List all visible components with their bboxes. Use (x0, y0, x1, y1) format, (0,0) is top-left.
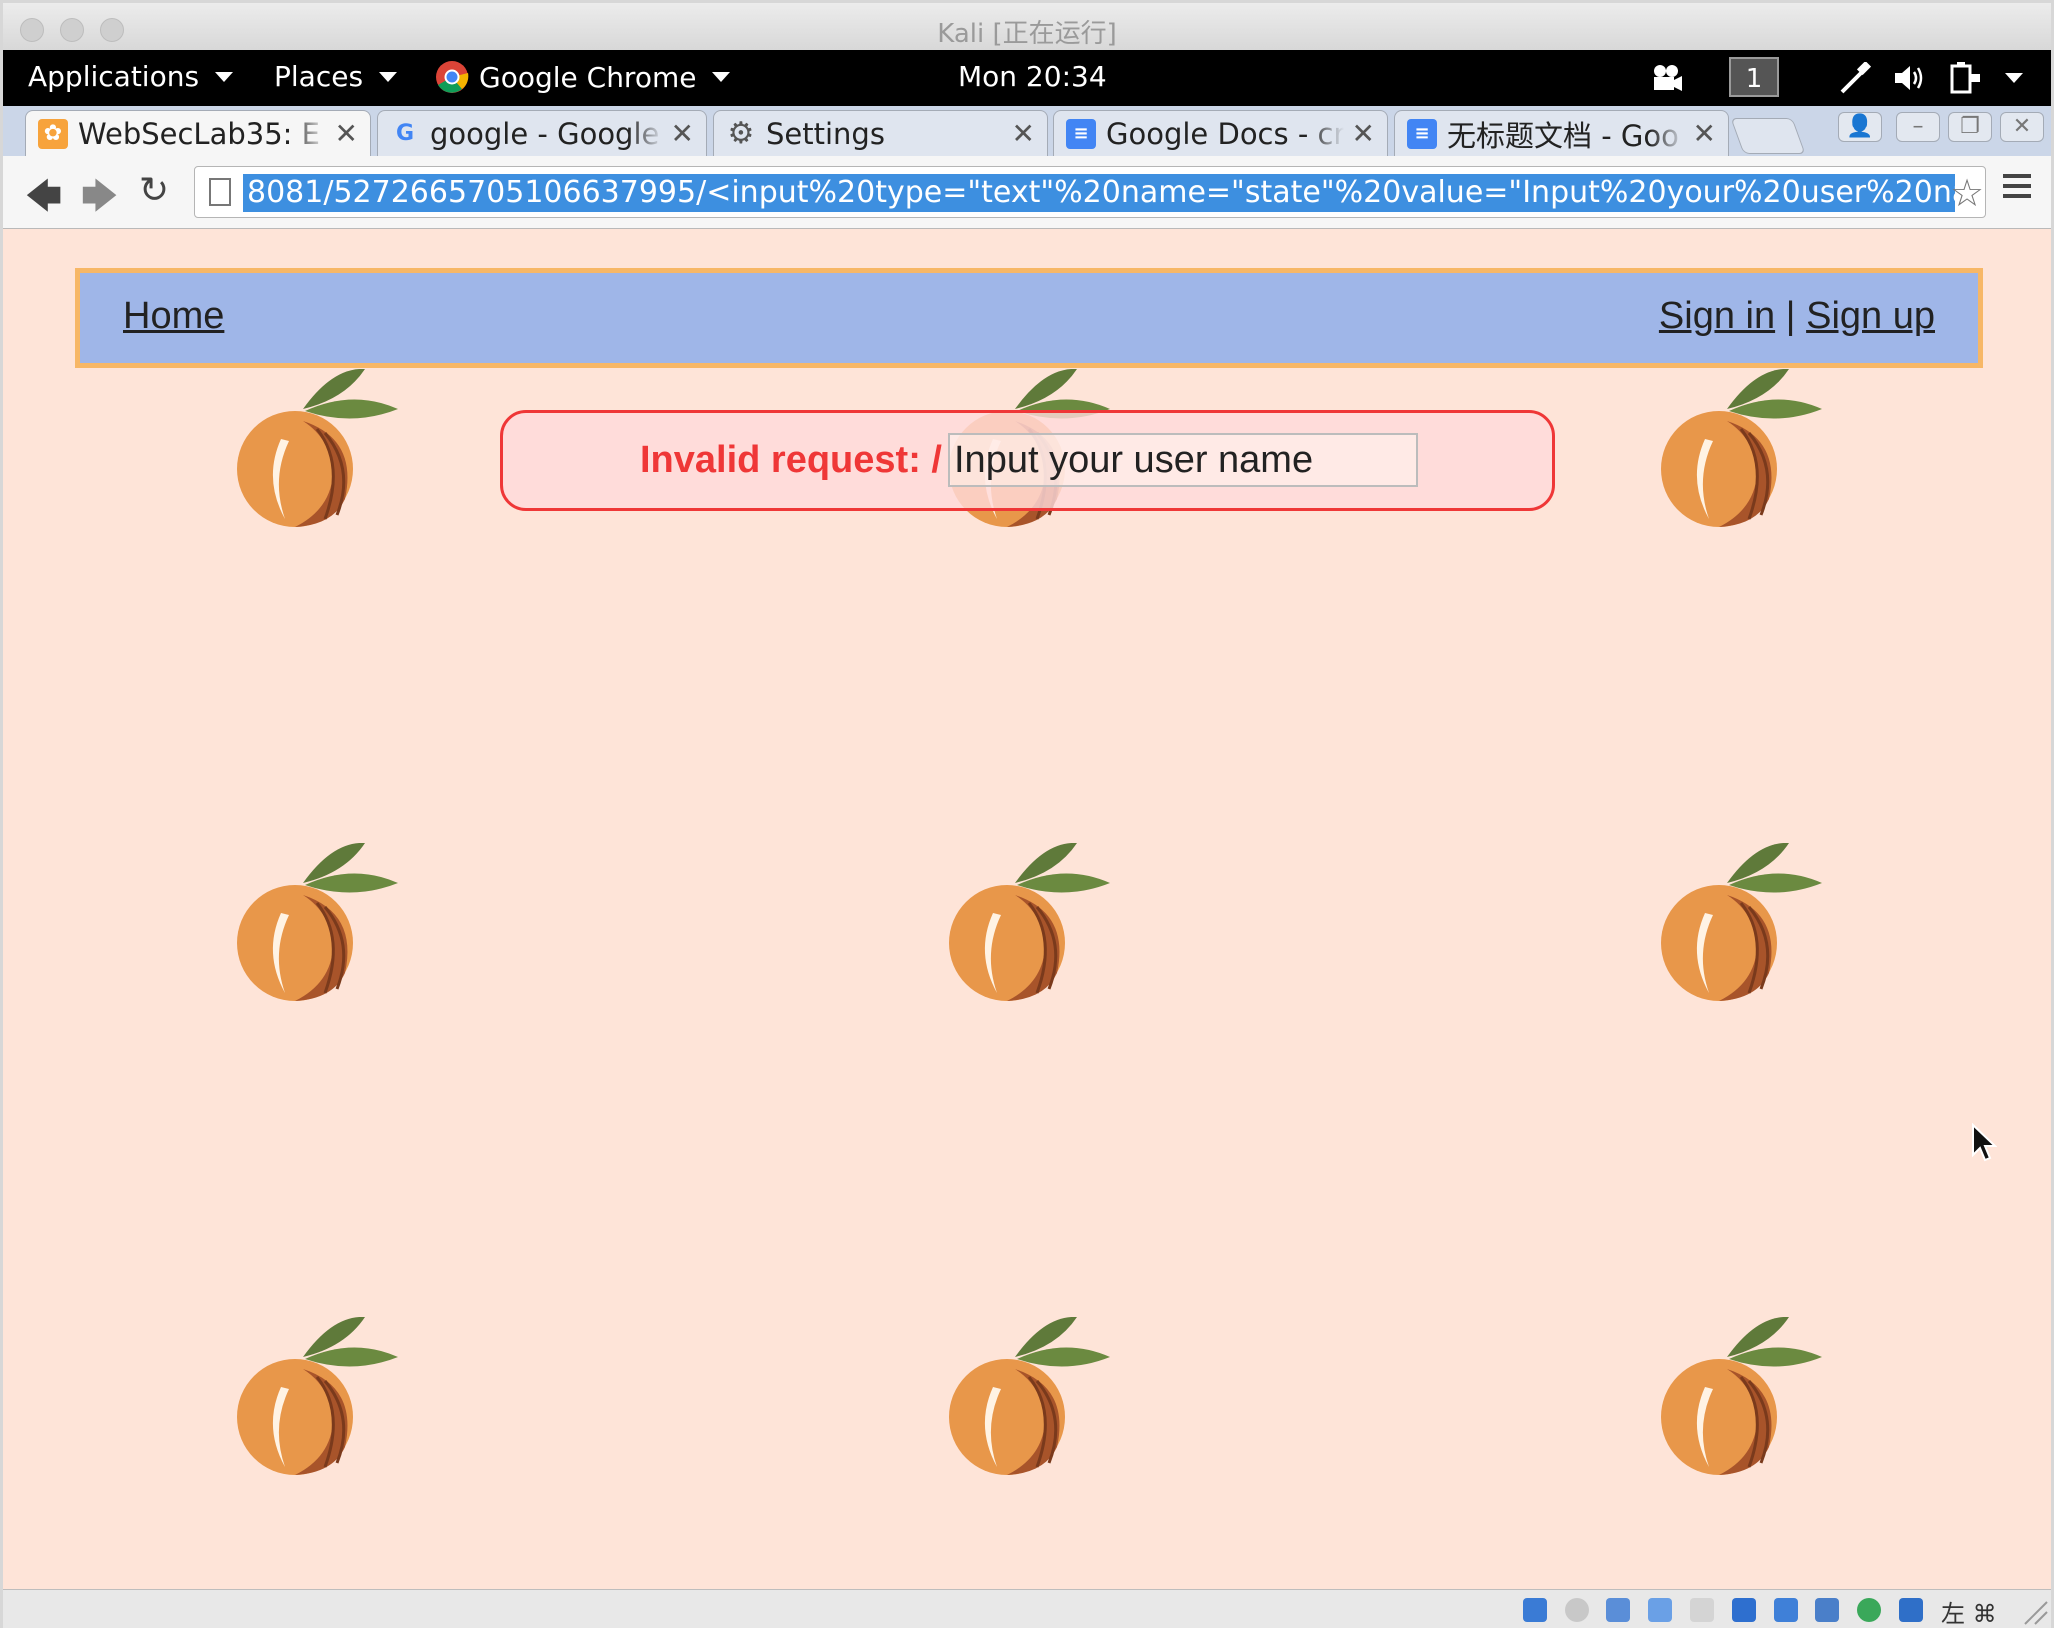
page-icon (209, 178, 231, 206)
error-label: Invalid request: / (640, 439, 942, 481)
tab-webseclab[interactable]: ✿ WebSecLab35: E ✕ (25, 110, 371, 156)
tab-title: WebSecLab35: E (78, 116, 320, 151)
mouse-cursor-icon (1972, 1123, 1997, 1162)
shared-folder-icon[interactable] (1690, 1598, 1714, 1622)
gear-icon: ⚙ (727, 116, 755, 151)
tab-google-search[interactable]: G google - Google S ✕ (377, 110, 707, 156)
url-text[interactable]: 8081/5272665705106637995/<input%20type="… (243, 174, 1955, 212)
injected-input-field[interactable] (948, 433, 1418, 487)
tab-title: google - Google S (430, 116, 663, 151)
places-menu[interactable]: Places (274, 60, 398, 93)
peach-pattern-image (1657, 842, 1827, 1003)
peach-pattern-image (945, 842, 1115, 1003)
google-icon: G (395, 121, 415, 146)
chevron-down-icon[interactable] (2005, 73, 2023, 83)
tab-title: Google Docs - cre (1106, 116, 1344, 151)
chevron-down-icon (712, 72, 731, 82)
tab-title: 无标题文档 - Goo (1447, 118, 1679, 153)
new-tab-button[interactable] (1730, 118, 1806, 154)
close-icon[interactable]: ✕ (1693, 117, 1716, 150)
mouse-integration-icon[interactable] (1899, 1598, 1923, 1622)
browser-toolbar: 🡄 🡆 ↻ 8081/5272665705106637995/<input%20… (3, 156, 2051, 229)
network-adapter-icon[interactable] (1648, 1598, 1672, 1622)
peach-pattern-image (1657, 1316, 1827, 1477)
docs-icon: ≡ (1407, 118, 1437, 149)
bookmark-star-icon[interactable]: ☆ (1950, 171, 1984, 215)
sign-in-link[interactable]: Sign in (1659, 295, 1775, 337)
peach-pattern-image (233, 368, 403, 529)
nav-separator: | (1785, 295, 1796, 337)
minimize-icon[interactable]: – (1896, 112, 1940, 142)
profile-icon[interactable]: 👤 (1838, 112, 1882, 142)
error-message: Invalid request: / (500, 410, 1555, 511)
chevron-down-icon (379, 71, 398, 82)
tab-title: Settings (766, 116, 885, 151)
vbox-title: Kali [正在运行] (937, 19, 1117, 49)
chrome-icon (436, 61, 469, 93)
close-icon[interactable]: ✕ (1352, 117, 1375, 150)
display-icon[interactable] (1732, 1598, 1756, 1622)
back-arrow-icon[interactable]: 🡄 (25, 170, 62, 231)
forward-arrow-icon[interactable]: 🡆 (81, 170, 118, 231)
menu-icon[interactable] (2003, 174, 2031, 204)
gnome-top-panel: Applications Places Google Chrome Mon 20… (3, 50, 2051, 106)
chevron-down-icon (215, 71, 234, 82)
close-icon[interactable]: ✕ (1012, 117, 1035, 150)
hard-disk-icon[interactable] (1523, 1598, 1547, 1622)
tab-strip: ✿ WebSecLab35: E ✕ G google - Google S ✕… (3, 106, 2051, 156)
places-label: Places (274, 60, 364, 93)
close-icon[interactable]: ✕ (671, 117, 694, 150)
audio-icon[interactable] (1606, 1598, 1630, 1622)
reload-icon[interactable]: ↻ (139, 170, 169, 211)
usb-icon[interactable] (1857, 1598, 1881, 1622)
auth-links: Sign in | Sign up (1659, 295, 1935, 338)
host-key-label: 左 ⌘ (1941, 1600, 1997, 1628)
workspace-indicator[interactable]: 1 (1729, 57, 1779, 97)
resize-grip-icon[interactable] (2021, 1596, 2049, 1626)
peach-pattern-image (233, 842, 403, 1003)
nav-bar: Home Sign in | Sign up (75, 268, 1983, 368)
sign-up-link[interactable]: Sign up (1806, 295, 1935, 337)
network-icon[interactable] (1838, 62, 1872, 96)
peach-pattern-image (1657, 368, 1827, 529)
app-menu[interactable]: Google Chrome (435, 60, 731, 94)
applications-menu[interactable]: Applications (28, 60, 234, 93)
tab-untitled-doc[interactable]: ≡ 无标题文档 - Goo ✕ (1394, 110, 1729, 156)
volume-icon[interactable] (1893, 62, 1927, 94)
restore-icon[interactable]: ❐ (1948, 112, 1992, 142)
home-link[interactable]: Home (123, 295, 224, 338)
applications-label: Applications (28, 60, 200, 93)
omnibox[interactable]: 8081/5272665705106637995/<input%20type="… (194, 166, 1986, 218)
app-name-label: Google Chrome (479, 60, 697, 94)
vbox-window: Kali [正在运行] Applications Places Google C… (3, 3, 2051, 1628)
peach-pattern-image (945, 1316, 1115, 1477)
tab-google-docs[interactable]: ≡ Google Docs - cre ✕ (1053, 110, 1388, 156)
clock[interactable]: Mon 20:34 (958, 60, 1107, 93)
vbox-title-bar: Kali [正在运行] (3, 3, 2051, 51)
docs-icon: ≡ (1066, 118, 1096, 149)
webseclab-icon: ✿ (38, 118, 68, 149)
video-camera-icon[interactable] (1651, 64, 1683, 92)
page-viewport: Home Sign in | Sign up Invalid request: … (3, 229, 2051, 1589)
optical-drive-icon[interactable] (1565, 1598, 1589, 1622)
cpu-icon[interactable] (1815, 1598, 1839, 1622)
close-icon[interactable]: ✕ (335, 117, 358, 150)
video-capture-icon[interactable] (1774, 1598, 1798, 1622)
peach-pattern-image (233, 1316, 403, 1477)
power-icon[interactable] (1948, 60, 1982, 96)
vbox-status-bar: 左 ⌘ (3, 1589, 2051, 1628)
tab-settings[interactable]: ⚙ Settings ✕ (713, 110, 1048, 156)
close-icon[interactable]: ✕ (2000, 112, 2044, 142)
